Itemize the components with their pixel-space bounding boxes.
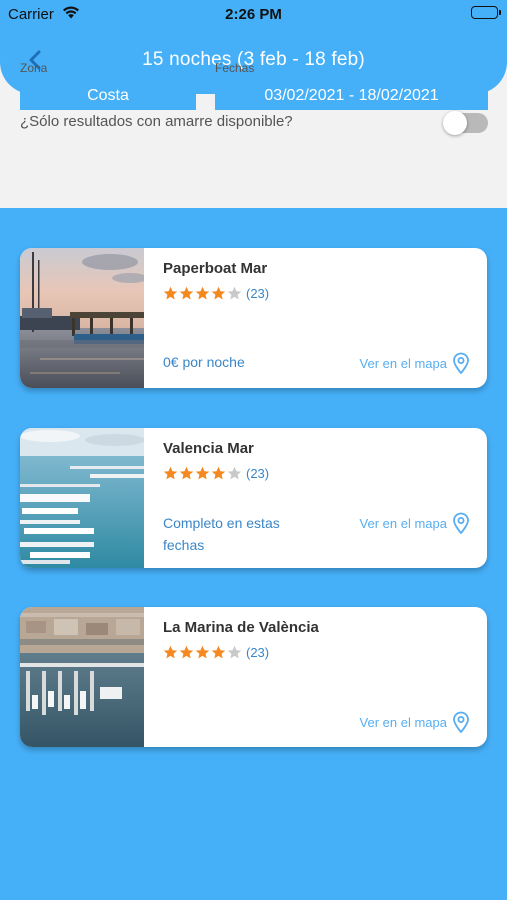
star-filled-icon [211,466,226,479]
star-filled-icon [195,286,210,299]
rating: (23) [163,285,269,301]
marina-photo [20,428,144,568]
marina-name: La Marina de València [163,619,319,636]
star-filled-icon [211,645,226,658]
map-pin-icon[interactable] [452,352,470,375]
status-bar: Carrier 2:26 PM [0,0,507,30]
fechas-label: Fechas [215,61,255,75]
clock: 2:26 PM [225,6,282,23]
star-filled-icon [195,645,210,658]
marina-photo [20,607,144,747]
star-filled-icon [195,466,210,479]
star-filled-icon [163,286,178,299]
price-text: 0€ por noche [163,354,245,370]
marina-name: Paperboat Mar [163,260,268,277]
star-empty-icon [227,466,242,479]
star-empty-icon [227,286,242,299]
rating-count: (23) [246,644,270,660]
rating: (23) [163,644,269,660]
rating-count: (23) [246,465,270,481]
map-pin-icon[interactable] [452,711,470,734]
amarre-toggle-label: ¿Sólo resultados con amarre disponible? [20,113,293,130]
marina-name: Valencia Mar [163,440,254,457]
result-card[interactable]: La Marina de València (23) Ver en el map… [20,607,487,747]
result-card[interactable]: Valencia Mar (23) Completo en estas fech… [20,428,487,568]
dates-selector[interactable]: 03/02/2021 - 18/02/2021 [215,82,488,110]
star-empty-icon [227,645,242,658]
rating: (23) [163,465,269,481]
marina-photo [20,248,144,388]
zona-selector[interactable]: Costa [20,82,196,110]
star-filled-icon [179,645,194,658]
map-link[interactable]: Ver en el mapa [360,516,447,531]
map-link[interactable]: Ver en el mapa [360,715,447,730]
map-pin-icon[interactable] [452,512,470,535]
star-filled-icon [179,466,194,479]
battery-icon [471,6,501,19]
star-filled-icon [179,286,194,299]
map-link[interactable]: Ver en el mapa [360,356,447,371]
toggle-knob [443,111,467,135]
star-filled-icon [163,645,178,658]
price-text: Completo en estas fechas [163,515,280,553]
star-filled-icon [163,466,178,479]
result-card[interactable]: Paperboat Mar (23) 0€ por noche Ver en e… [20,248,487,388]
star-filled-icon [211,286,226,299]
zona-label: Zona [20,61,48,75]
rating-count: (23) [246,285,270,301]
top-bar: Carrier 2:26 PM 15 noches (3 feb - 18 fe… [0,0,507,94]
amarre-toggle[interactable] [443,111,488,135]
